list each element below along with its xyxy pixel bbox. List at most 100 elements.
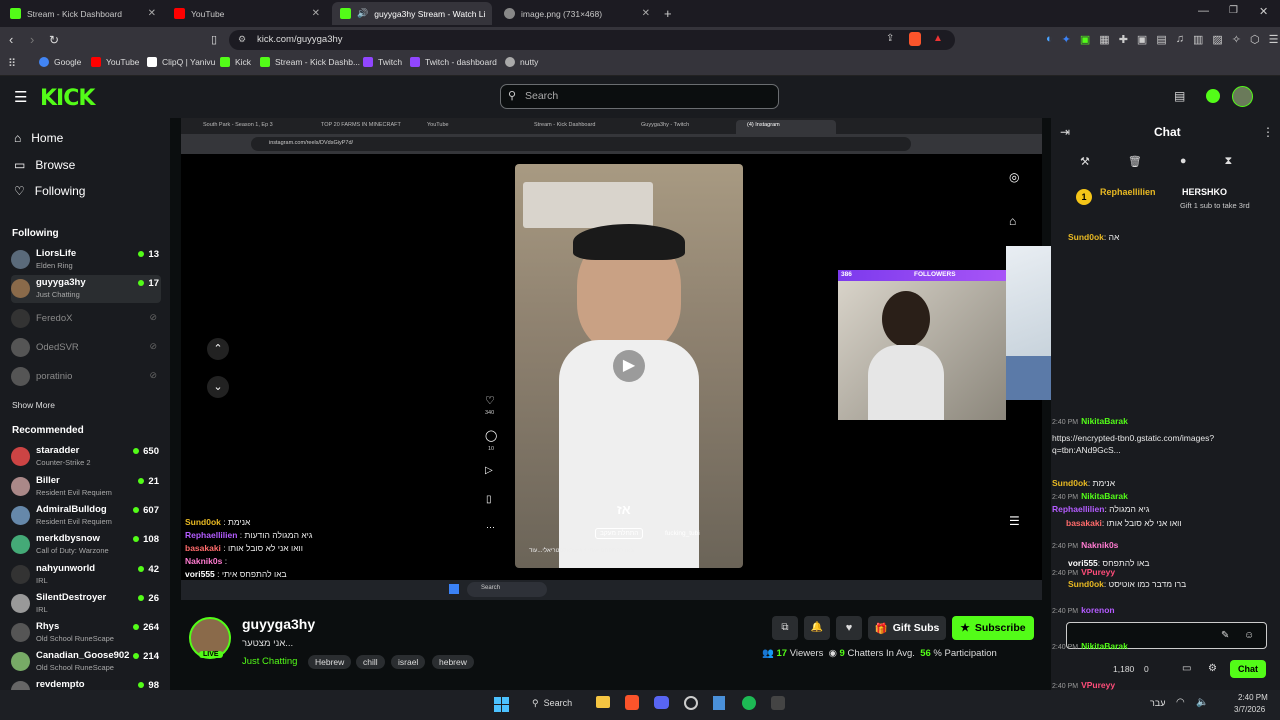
back-button[interactable]: ‹ [9,32,13,47]
menu-icon[interactable]: ☰ [1269,33,1279,46]
sidebar-channel-offline[interactable]: OdedSVR ⊘ [11,334,161,362]
close-icon[interactable]: ✕ [642,8,650,19]
bookmark-kick[interactable]: Kick [220,57,251,67]
taskbar-search[interactable]: ⚲ Search [532,698,572,709]
browser-tab[interactable]: image.png (731×468) ✕ [496,2,658,25]
chat-username[interactable]: NikitaBarak [1081,641,1128,651]
streamer-name[interactable]: guyyga3hy [242,616,315,632]
browser-tab[interactable]: YouTube ✕ [166,2,328,25]
bookmark-nutty[interactable]: nutty [505,57,538,67]
video-player[interactable]: South Park - Season 1, Ep 3 TOP 20 FARMS… [181,118,1042,600]
hamburger-menu-icon[interactable]: ☰ [14,88,27,106]
forward-button[interactable]: › [30,32,34,47]
sidebar-channel-offline[interactable]: FeredoX ⊘ [11,305,161,333]
stream-category[interactable]: Just Chatting [242,656,297,667]
send-chat-button[interactable]: Chat [1230,660,1266,678]
chat-username[interactable]: basakaki [1066,518,1102,528]
wallet-icon[interactable]: ▨ [1212,33,1222,46]
chevron-up-icon[interactable]: ⌃ [207,338,229,360]
chat-username[interactable]: Sund0ok [1052,478,1088,488]
browser-tab[interactable]: Stream - Kick Dashboard ✕ [2,2,164,25]
sidebar-channel[interactable]: staradder Counter-Strike 2 650 [11,443,161,471]
vpn-icon[interactable]: ⬡ [1250,33,1260,46]
sidebar-channel[interactable]: revdempto 98 [11,677,161,690]
close-icon[interactable]: ✕ [312,8,320,19]
stream-tag[interactable]: hebrew [432,655,474,669]
sidebar-channel[interactable]: nahyunworld IRL 42 [11,561,161,589]
brave-icon[interactable] [625,695,639,710]
sidebar-channel[interactable]: LiorsLife Elden Ring 13 [11,246,161,274]
emote-icon[interactable]: ✎ [1221,630,1229,641]
nav-following[interactable]: ♡ Following [14,184,85,198]
more-icon[interactable]: ⋯ [486,522,495,533]
gear-icon[interactable]: ⚙ [1208,663,1217,674]
chat-username[interactable]: VPureyy [1081,567,1115,577]
sidebar-channel[interactable]: merkdbysnow Call of Duty: Warzone 108 [11,531,161,559]
chat-username[interactable]: Sund0ok [1068,232,1104,242]
maximize-button[interactable]: ❐ [1229,5,1238,16]
subscribe-button[interactable]: ★ Subscribe [952,616,1034,640]
like-icon[interactable]: ♡ [485,394,495,407]
reel-follow-button[interactable]: התחלת מעקב [595,528,644,539]
minimize-button[interactable]: — [1198,5,1209,17]
bell-icon[interactable]: 🔔 [804,616,830,640]
apps-icon[interactable]: ⠿ [8,57,16,70]
nav-browse[interactable]: ▭ Browse [14,158,75,172]
chat-link[interactable]: https://encrypted-tbn0.gstatic.com/image… [1052,433,1214,455]
bookmark-twitch-dashboard[interactable]: Twitch - dashboard [410,57,497,67]
hourglass-icon[interactable]: ⧗ [1225,155,1233,168]
share-icon[interactable]: ⇪ [886,33,894,44]
extension-icon[interactable]: ▣ [1137,33,1147,46]
clock-time[interactable]: 2:40 PM [1238,693,1268,702]
clock-date[interactable]: 3/7/2026 [1234,705,1265,714]
obs-icon[interactable] [684,696,698,710]
puzzle-icon[interactable]: ✚ [1119,33,1128,46]
comment-icon[interactable]: ◯ [485,429,497,442]
browser-tab-active[interactable]: 🔊 guyyga3hy Stream - Watch Li ✕ [332,2,492,25]
more-options-icon[interactable]: ⋮ [1262,125,1274,139]
chat-username[interactable]: korenon [1081,605,1115,615]
heart-icon[interactable]: ♥ [836,616,862,640]
show-more-link[interactable]: Show More [12,400,55,410]
stream-tag[interactable]: chill [356,655,385,669]
close-icon[interactable]: ✕ [148,8,156,19]
chat-username[interactable]: NikitaBarak [1081,416,1128,426]
speaker-icon[interactable]: 🔊 [357,8,368,19]
notifications-icon[interactable]: ▤ [1174,89,1185,103]
sidebar-channel[interactable]: Rhys Old School RuneScape 264 [11,619,161,647]
play-icon[interactable]: ▶ [613,350,645,382]
sidebar-channel-active[interactable]: guyyga3hy Just Chatting 17 [11,275,161,303]
hammer-icon[interactable]: ⚒ [1080,155,1090,168]
bookmark-icon[interactable]: ▯ [211,33,217,46]
spotify-icon[interactable] [742,696,756,710]
sidebar-icon[interactable]: ▥ [1193,33,1203,46]
reel-username[interactable]: fucking_tubi [665,530,700,537]
bookmark-google[interactable]: Google [39,57,81,67]
chat-username[interactable]: Sund0ok [1068,579,1104,589]
stream-tag[interactable]: israel [391,655,426,669]
search-input[interactable]: Search [500,84,779,109]
extension-icon[interactable]: ▤ [1156,33,1166,46]
chat-bubble-icon[interactable]: ▭ [1182,663,1191,674]
save-icon[interactable]: ▯ [486,494,492,505]
bookmark-clipq[interactable]: ClipQ | Yanivu [147,57,215,67]
language-indicator[interactable]: עבר [1150,698,1165,708]
kick-points-icon[interactable] [1206,89,1220,103]
bookmark-twitch[interactable]: Twitch [363,57,402,67]
chat-username[interactable]: NikitaBarak [1081,491,1128,501]
pinned-gift-card[interactable]: 1 Rephaellilien HERSHKO Gift 1 sub to ta… [1072,183,1276,227]
volume-icon[interactable]: 🔈 [1196,697,1208,708]
ai-icon[interactable]: ✧ [1232,33,1241,46]
extension-icon[interactable]: ◐ [1046,33,1053,46]
sidebar-channel-offline[interactable]: poratinio ⊘ [11,363,161,391]
sidebar-channel[interactable]: Biller Resident Evil Requiem 21 [11,473,161,501]
reel-video[interactable]: ▶ אז fucking_tubi התחלת מעקב באו להתפחס … [515,164,743,568]
url-bar[interactable]: kick.com/guyyga3hy [229,30,955,50]
chat-bubble-icon[interactable]: ● [1180,155,1187,168]
new-tab-button[interactable]: + [664,6,672,21]
nav-home[interactable]: ⌂ Home [14,131,63,145]
file-explorer-icon[interactable] [596,696,610,708]
sidebar-channel[interactable]: Canadian_Goose902 Old School RuneScape 214 [11,648,161,676]
chat-username[interactable]: VPureyy [1081,680,1115,690]
theater-mode-icon[interactable]: ⧉ [772,616,798,640]
